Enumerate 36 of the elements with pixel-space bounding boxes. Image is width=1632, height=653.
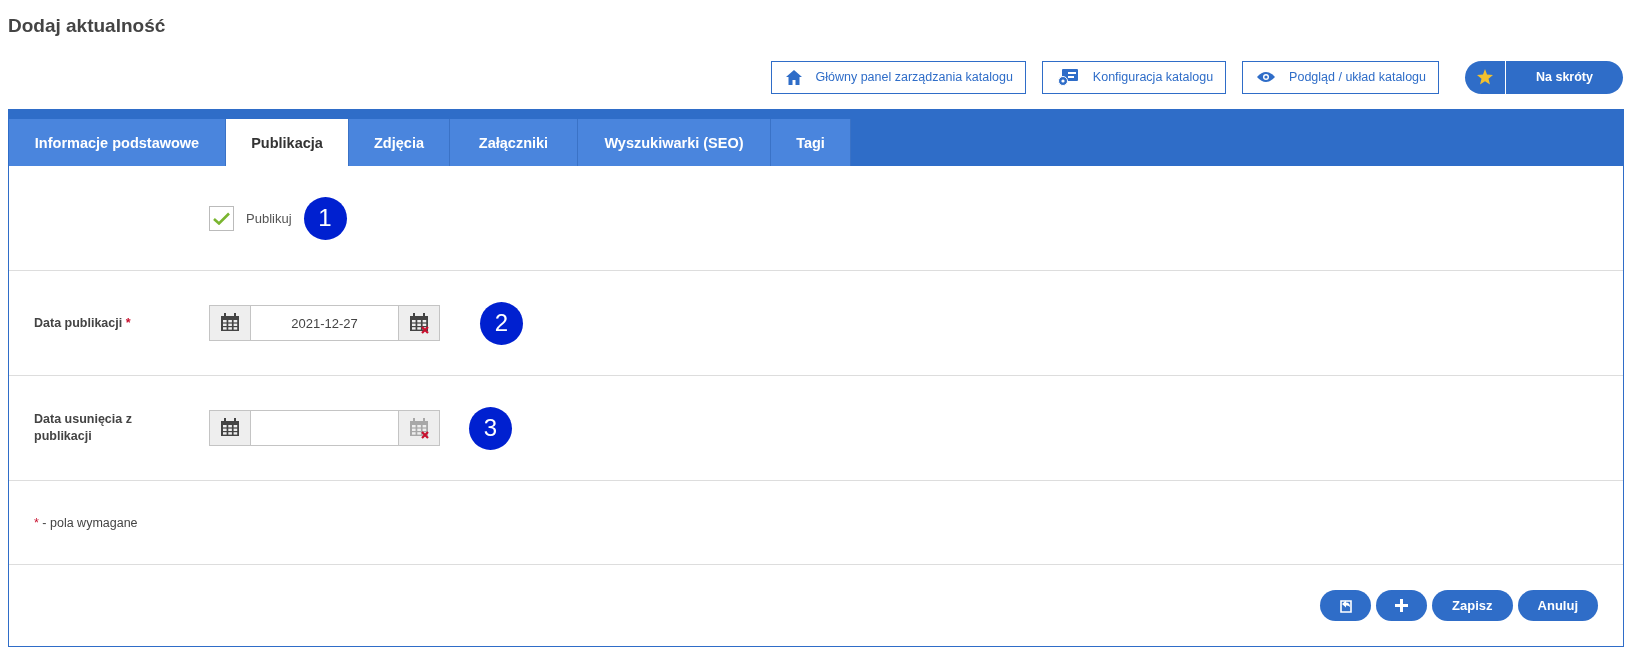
- plus-icon: [1395, 599, 1409, 612]
- clear-date-icon: [408, 312, 430, 334]
- return-button[interactable]: [1320, 590, 1372, 621]
- tab[interactable]: Wyszukiwarki (SEO): [578, 119, 771, 166]
- action-button[interactable]: Zapisz: [1432, 590, 1513, 621]
- calendar-icon: [219, 417, 241, 439]
- tab[interactable]: Załączniki: [450, 119, 578, 166]
- home-icon: [785, 69, 802, 85]
- toolbar-button[interactable]: Konfiguracja katalogu: [1041, 60, 1227, 94]
- action-button[interactable]: Anuluj: [1517, 590, 1598, 621]
- number-marker: 3: [469, 406, 512, 450]
- clear-date-icon: [408, 417, 430, 439]
- toolbar-button[interactable]: Główny panel zarządzania katalogu: [770, 60, 1026, 94]
- tab[interactable]: Publikacja: [226, 119, 349, 166]
- number-marker: 2: [480, 301, 523, 345]
- page-title: Dodaj aktualność: [7, 14, 167, 38]
- field-label: Data usunięcia z publikacji: [34, 411, 133, 445]
- settings-card-icon: [1056, 68, 1079, 86]
- date-field[interactable]: 2021-12-27: [209, 305, 440, 341]
- star-icon: [1477, 69, 1493, 85]
- checkbox[interactable]: [209, 205, 234, 231]
- eye-icon: [1257, 71, 1276, 83]
- tab[interactable]: Tagi: [771, 119, 851, 166]
- checkbox-label: Publikuj: [246, 210, 292, 226]
- check-icon: [213, 211, 230, 225]
- date-field[interactable]: [209, 410, 440, 446]
- field-label: Data publikacji *: [34, 314, 132, 332]
- number-marker: 1: [303, 196, 347, 240]
- calendar-icon: [219, 312, 241, 334]
- add-button[interactable]: [1376, 590, 1428, 621]
- shortcuts-button[interactable]: Na skróty: [1465, 60, 1623, 94]
- toolbar-button[interactable]: Podgląd / układ katalogu: [1242, 60, 1439, 94]
- tab[interactable]: Zdjęcia: [349, 119, 450, 166]
- required-note: * - pola wymagane: [34, 515, 138, 530]
- return-icon: [1338, 598, 1353, 613]
- tab[interactable]: Informacje podstawowe: [9, 119, 226, 166]
